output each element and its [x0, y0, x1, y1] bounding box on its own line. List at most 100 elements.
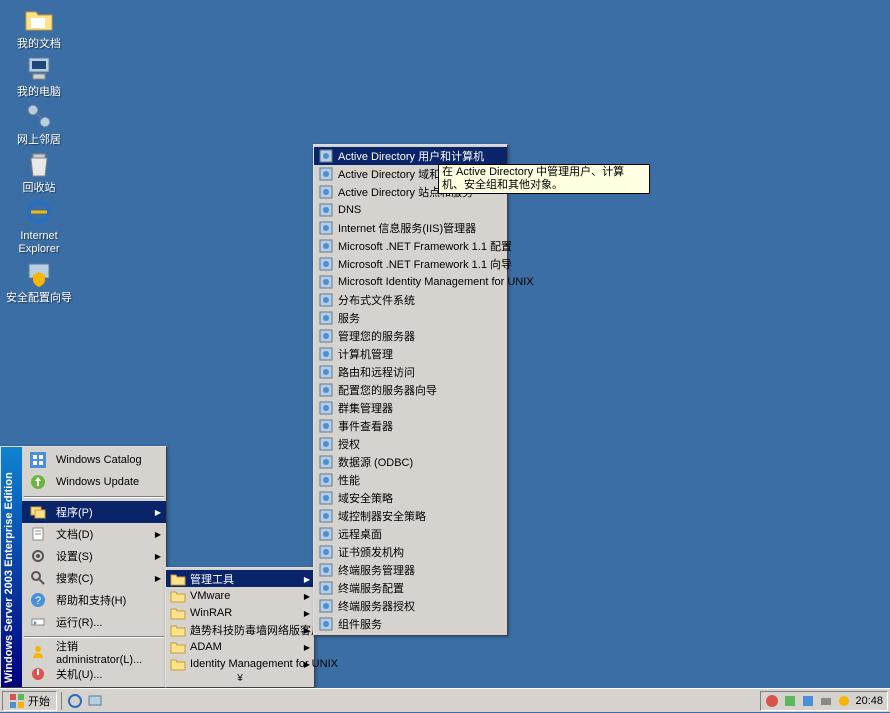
- admin-tools-item[interactable]: DNS: [314, 201, 507, 219]
- submenu-item-label: Identity Management for UNIX: [190, 658, 338, 670]
- admin-tools-item[interactable]: 远程桌面: [314, 525, 507, 543]
- desktop-icon-security[interactable]: 安全配置向导: [4, 258, 74, 305]
- admin-tools-item[interactable]: 服务: [314, 309, 507, 327]
- tool-icon: [318, 400, 334, 416]
- submenu-item-label: Internet 信息服务(IIS)管理器: [338, 220, 489, 236]
- menu-item-label: 关机(U)...: [56, 666, 162, 682]
- admin-tools-item[interactable]: 组件服务: [314, 615, 507, 633]
- admin-tools-item[interactable]: 数据源 (ODBC): [314, 453, 507, 471]
- quicklaunch-ie[interactable]: [66, 692, 84, 710]
- admin-tools-item[interactable]: 事件查看器: [314, 417, 507, 435]
- start-item-update[interactable]: Windows Update: [22, 471, 166, 493]
- start-item-shutdown[interactable]: 关机(U)...: [22, 663, 166, 685]
- documents-icon: [26, 522, 50, 546]
- tool-icon: [318, 472, 334, 488]
- tray-icon[interactable]: [801, 694, 815, 708]
- programs-icon: [26, 500, 50, 524]
- admin-tools-item[interactable]: 计算机管理: [314, 345, 507, 363]
- submenu-item-label: 性能: [338, 472, 489, 488]
- menu-item-label: 程序(P): [56, 504, 148, 520]
- tool-icon: [318, 544, 334, 560]
- quicklaunch-desktop[interactable]: [86, 692, 104, 710]
- admin-tools-item[interactable]: 群集管理器: [314, 399, 507, 417]
- start-item-help[interactable]: ? 帮助和支持(H): [22, 589, 166, 611]
- admin-tools-item[interactable]: 分布式文件系统: [314, 291, 507, 309]
- submenu-item-label: 证书颁发机构: [338, 544, 489, 560]
- desktop-icon-network[interactable]: 网上邻居: [4, 100, 74, 147]
- admin-tools-item[interactable]: 配置您的服务器向导: [314, 381, 507, 399]
- start-item-programs[interactable]: 程序(P): [22, 501, 166, 523]
- desktop-icon-mycomputer[interactable]: 我的电脑: [4, 52, 74, 99]
- admin-tools-item[interactable]: Internet 信息服务(IIS)管理器: [314, 219, 507, 237]
- admin-tools-item[interactable]: 域安全策略: [314, 489, 507, 507]
- submenu-item-label: DNS: [338, 204, 489, 216]
- programs-submenu-item[interactable]: WinRAR: [166, 604, 314, 621]
- admin-tools-item[interactable]: Microsoft Identity Management for UNIX: [314, 273, 507, 291]
- programs-submenu-item[interactable]: 趋势科技防毒墙网络版客户端: [166, 621, 314, 638]
- programs-submenu: 管理工具 VMware WinRAR趋势科技防毒墙网络版客户端 ADAM Identit…: [165, 567, 315, 688]
- programs-submenu-item[interactable]: Identity Management for UNIX: [166, 655, 314, 672]
- menu-item-label: 设置(S): [56, 548, 148, 564]
- desktop-icon-ie[interactable]: Internet Explorer: [4, 196, 74, 256]
- svg-text:?: ?: [35, 595, 41, 607]
- folder-icon: [170, 571, 186, 587]
- tool-icon: [318, 328, 334, 344]
- start-item-search[interactable]: 搜索(C): [22, 567, 166, 589]
- desktop-icon-mydocs[interactable]: 我的文档: [4, 4, 74, 51]
- tray-icon[interactable]: [783, 694, 797, 708]
- settings-icon: [26, 544, 50, 568]
- admin-tools-item[interactable]: 授权: [314, 435, 507, 453]
- start-item-logoff[interactable]: 注销 administrator(L)...: [22, 641, 166, 663]
- admin-tools-item[interactable]: Active Directory 用户和计算机: [314, 147, 507, 165]
- admin-tools-item[interactable]: 终端服务器授权: [314, 597, 507, 615]
- menu-item-label: Windows Update: [56, 476, 162, 488]
- submenu-item-label: VMware: [190, 590, 296, 602]
- folder-icon: [170, 622, 186, 638]
- admin-tools-item[interactable]: 管理您的服务器: [314, 327, 507, 345]
- menu-item-label: Windows Catalog: [56, 454, 162, 466]
- start-item-settings[interactable]: 设置(S): [22, 545, 166, 567]
- expand-chevron[interactable]: ¥: [166, 672, 314, 685]
- start-item-documents[interactable]: 文档(D): [22, 523, 166, 545]
- programs-submenu-item[interactable]: 管理工具: [166, 570, 314, 587]
- start-item-catalog[interactable]: Windows Catalog: [22, 449, 166, 471]
- admin-tools-item[interactable]: 证书颁发机构: [314, 543, 507, 561]
- start-button[interactable]: 开始: [2, 691, 57, 711]
- desktop-icon-label: 回收站: [4, 182, 74, 195]
- submenu-item-label: Active Directory 用户和计算机: [338, 148, 489, 164]
- start-item-run[interactable]: 运行(R)...: [22, 611, 166, 633]
- recyclebin-icon: [23, 148, 55, 180]
- submenu-item-label: 趋势科技防毒墙网络版客户端: [190, 622, 333, 638]
- submenu-item-label: 终端服务管理器: [338, 562, 489, 578]
- tool-icon: [318, 616, 334, 632]
- admin-tools-item[interactable]: 路由和远程访问: [314, 363, 507, 381]
- submenu-item-label: Microsoft .NET Framework 1.1 向导: [338, 256, 512, 272]
- tray-icon[interactable]: [819, 694, 833, 708]
- chevron-right-icon: [304, 658, 310, 670]
- admin-tools-item[interactable]: 性能: [314, 471, 507, 489]
- submenu-item-label: 远程桌面: [338, 526, 489, 542]
- programs-submenu-item[interactable]: ADAM: [166, 638, 314, 655]
- start-menu: Windows Server 2003 Enterprise Edition W…: [0, 446, 167, 688]
- folder-icon: [170, 605, 186, 621]
- menu-item-label: 帮助和支持(H): [56, 592, 162, 608]
- desktop-icon-recyclebin[interactable]: 回收站: [4, 148, 74, 195]
- start-menu-sidebar: Windows Server 2003 Enterprise Edition: [1, 447, 22, 687]
- shutdown-icon: [26, 662, 50, 686]
- admin-tools-item[interactable]: 域控制器安全策略: [314, 507, 507, 525]
- admin-tools-item[interactable]: Microsoft .NET Framework 1.1 向导: [314, 255, 507, 273]
- admin-tools-item[interactable]: 终端服务管理器: [314, 561, 507, 579]
- tray-icon[interactable]: [837, 694, 851, 708]
- logoff-icon: [26, 640, 50, 664]
- admin-tools-item[interactable]: 终端服务配置: [314, 579, 507, 597]
- programs-submenu-item[interactable]: VMware: [166, 587, 314, 604]
- submenu-item-label: ADAM: [190, 641, 296, 653]
- menu-item-label: 搜索(C): [56, 570, 148, 586]
- tool-icon: [318, 184, 334, 200]
- chevron-right-icon: [304, 641, 310, 653]
- folder-icon: [23, 4, 55, 36]
- tray-icon[interactable]: [765, 694, 779, 708]
- menu-separator: [24, 496, 164, 498]
- admin-tools-item[interactable]: Microsoft .NET Framework 1.1 配置: [314, 237, 507, 255]
- chevron-right-icon: [154, 528, 162, 540]
